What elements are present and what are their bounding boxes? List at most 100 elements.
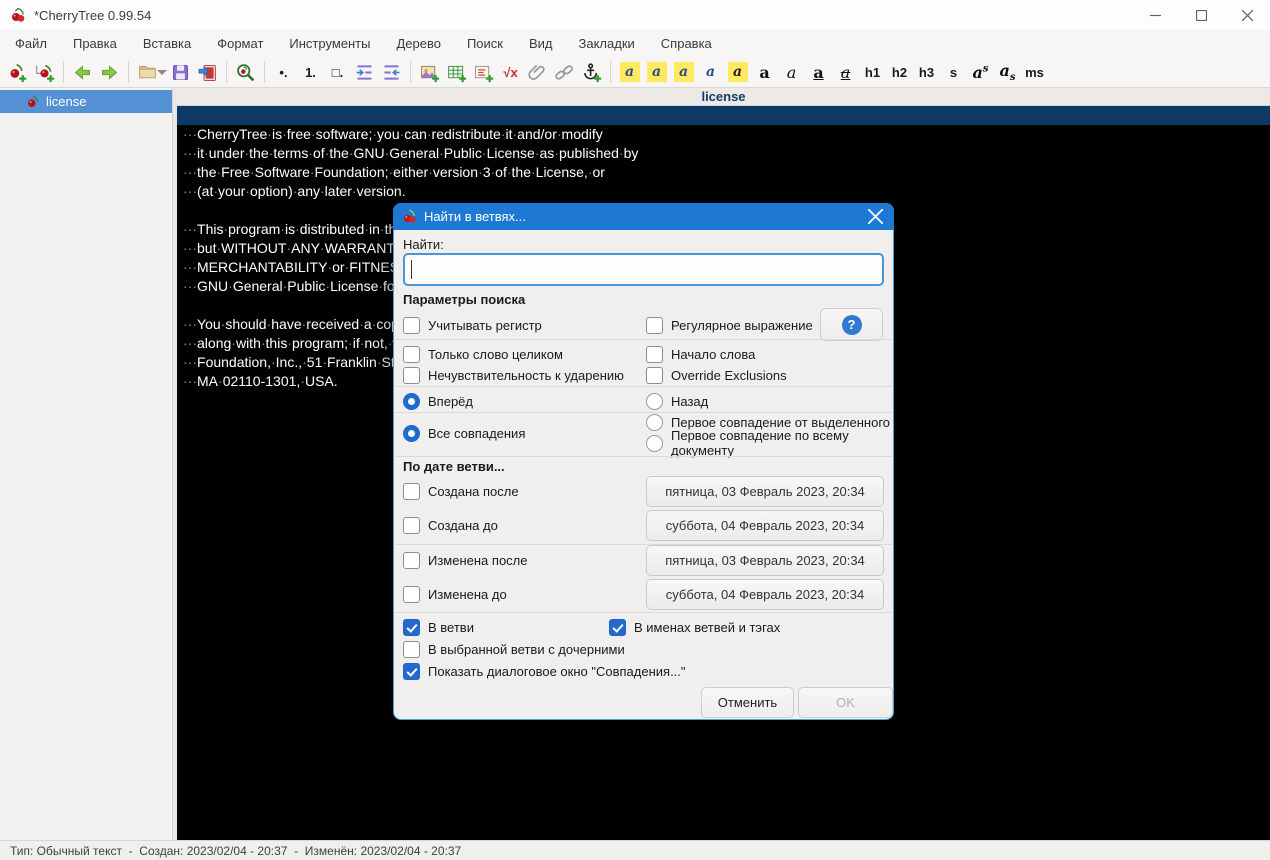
ok-button[interactable]: OK: [798, 687, 893, 718]
numbered-list-icon[interactable]: 1.: [297, 59, 324, 85]
override-exclusions-checkbox[interactable]: [646, 366, 663, 384]
dialog-titlebar[interactable]: Найти в ветвях...: [393, 203, 894, 230]
option-in-selected-with-children[interactable]: В выбранной ветви с дочерними: [403, 638, 625, 660]
option-in-node[interactable]: В ветви: [403, 616, 474, 638]
menu-format[interactable]: Формат: [204, 32, 276, 55]
option-override-exclusions[interactable]: Override Exclusions: [646, 364, 787, 386]
created-after-checkbox[interactable]: [403, 482, 420, 500]
in-node-checkbox[interactable]: [403, 618, 420, 636]
editor-line[interactable]: ···it·under·the·terms·of·the·GNU·General…: [177, 144, 1270, 163]
match-case-checkbox[interactable]: [403, 316, 420, 334]
option-whole-word[interactable]: Только слово целиком: [403, 343, 563, 365]
modified-before-date-button[interactable]: суббота, 04 Февраль 2023, 20:34: [646, 579, 884, 610]
insert-image-icon[interactable]: [416, 59, 443, 85]
close-button[interactable]: [1224, 0, 1270, 30]
option-accent-insensitive[interactable]: Нечувствительность к ударению: [403, 364, 624, 386]
in-node-names-tags-checkbox[interactable]: [609, 618, 626, 636]
menu-insert[interactable]: Вставка: [130, 32, 204, 55]
underline-icon[interactable]: a: [805, 59, 832, 85]
h2-icon[interactable]: h2: [886, 59, 913, 85]
superscript-icon[interactable]: as: [967, 59, 994, 85]
insert-link-icon[interactable]: [551, 59, 578, 85]
monospace-icon[interactable]: ms: [1021, 59, 1048, 85]
search-input[interactable]: [403, 253, 884, 286]
italic-icon[interactable]: a: [778, 59, 805, 85]
option-in-node-names-tags[interactable]: В именах ветвей и тэгах: [609, 616, 780, 638]
option-start-word[interactable]: Начало слова: [646, 343, 755, 365]
option-first-in-document[interactable]: Первое совпадение по всему документу: [646, 428, 893, 458]
show-matches-dialog-checkbox[interactable]: [403, 662, 420, 680]
editor-line[interactable]: ···(at·your·option)·any·later·version.: [177, 182, 1270, 201]
created-after-date-button[interactable]: пятница, 03 Февраль 2023, 20:34: [646, 476, 884, 507]
editor-line[interactable]: ···CherryTree·is·free·software;·you·can·…: [177, 125, 1270, 144]
in-selected-with-children-checkbox[interactable]: [403, 640, 420, 658]
help-button[interactable]: ?: [820, 308, 883, 341]
editor-line[interactable]: ···the·Free·Software·Foundation;·either·…: [177, 163, 1270, 182]
option-match-case[interactable]: Учитывать регистр: [403, 314, 542, 336]
subscript-icon[interactable]: as: [994, 59, 1021, 85]
menu-tools[interactable]: Инструменты: [276, 32, 383, 55]
go-forward-icon[interactable]: [96, 59, 123, 85]
option-forward[interactable]: Вперёд: [403, 390, 473, 412]
modified-after-checkbox[interactable]: [403, 551, 420, 569]
option-created-after[interactable]: Создана после: [403, 480, 519, 502]
indent-left-icon[interactable]: [378, 59, 405, 85]
h1-icon[interactable]: h1: [859, 59, 886, 85]
new-node-icon[interactable]: [4, 59, 31, 85]
insert-anchor-icon[interactable]: [578, 59, 605, 85]
dialog-close-icon[interactable]: [860, 203, 890, 229]
insert-table-icon[interactable]: [443, 59, 470, 85]
option-backward[interactable]: Назад: [646, 390, 708, 412]
cancel-button[interactable]: Отменить: [701, 687, 794, 718]
menu-help[interactable]: Справка: [648, 32, 725, 55]
created-before-checkbox[interactable]: [403, 516, 420, 534]
strikethrough-icon[interactable]: a: [832, 59, 859, 85]
editor-line[interactable]: [177, 106, 1270, 125]
format-latest-bg-icon[interactable]: a: [724, 59, 751, 85]
menu-file[interactable]: Файл: [2, 32, 60, 55]
menu-edit[interactable]: Правка: [60, 32, 130, 55]
whole-word-checkbox[interactable]: [403, 345, 420, 363]
insert-codebox-icon[interactable]: [470, 59, 497, 85]
accent-insensitive-checkbox[interactable]: [403, 366, 420, 384]
small-icon[interactable]: s: [940, 59, 967, 85]
backward-radio[interactable]: [646, 392, 663, 410]
new-subnode-icon[interactable]: [31, 59, 58, 85]
created-before-date-button[interactable]: суббота, 04 Февраль 2023, 20:34: [646, 510, 884, 541]
format-color-fg-icon[interactable]: a: [616, 59, 643, 85]
modified-after-date-button[interactable]: пятница, 03 Февраль 2023, 20:34: [646, 545, 884, 576]
todo-list-icon[interactable]: □.: [324, 59, 351, 85]
menu-bookmarks[interactable]: Закладки: [566, 32, 648, 55]
insert-formula-icon[interactable]: √x: [497, 59, 524, 85]
format-clear-icon[interactable]: a: [670, 59, 697, 85]
start-word-checkbox[interactable]: [646, 345, 663, 363]
menu-view[interactable]: Вид: [516, 32, 566, 55]
menu-search[interactable]: Поиск: [454, 32, 516, 55]
modified-before-checkbox[interactable]: [403, 585, 420, 603]
format-latest-fg-icon[interactable]: a: [697, 59, 724, 85]
option-modified-before[interactable]: Изменена до: [403, 583, 507, 605]
format-color-bg-icon[interactable]: a: [643, 59, 670, 85]
bullet-list-icon[interactable]: •.: [270, 59, 297, 85]
indent-right-icon[interactable]: [351, 59, 378, 85]
all-matches-radio[interactable]: [403, 424, 420, 442]
attach-file-icon[interactable]: [524, 59, 551, 85]
save-as-icon[interactable]: [194, 59, 221, 85]
maximize-button[interactable]: [1178, 0, 1224, 30]
regexp-checkbox[interactable]: [646, 316, 663, 334]
tree-node-license[interactable]: license: [0, 90, 172, 113]
menu-tree[interactable]: Дерево: [383, 32, 453, 55]
option-created-before[interactable]: Создана до: [403, 514, 498, 536]
find-icon[interactable]: [232, 59, 259, 85]
first-from-selection-radio[interactable]: [646, 413, 663, 431]
option-regexp[interactable]: Регулярное выражение: [646, 314, 813, 336]
option-all-matches[interactable]: Все совпадения: [403, 422, 525, 444]
minimize-button[interactable]: [1132, 0, 1178, 30]
open-file-dropdown-icon[interactable]: [157, 69, 167, 80]
forward-radio[interactable]: [403, 392, 420, 410]
h3-icon[interactable]: h3: [913, 59, 940, 85]
save-icon[interactable]: [167, 59, 194, 85]
bold-icon[interactable]: a: [751, 59, 778, 85]
go-back-icon[interactable]: [69, 59, 96, 85]
first-in-document-radio[interactable]: [646, 434, 663, 452]
